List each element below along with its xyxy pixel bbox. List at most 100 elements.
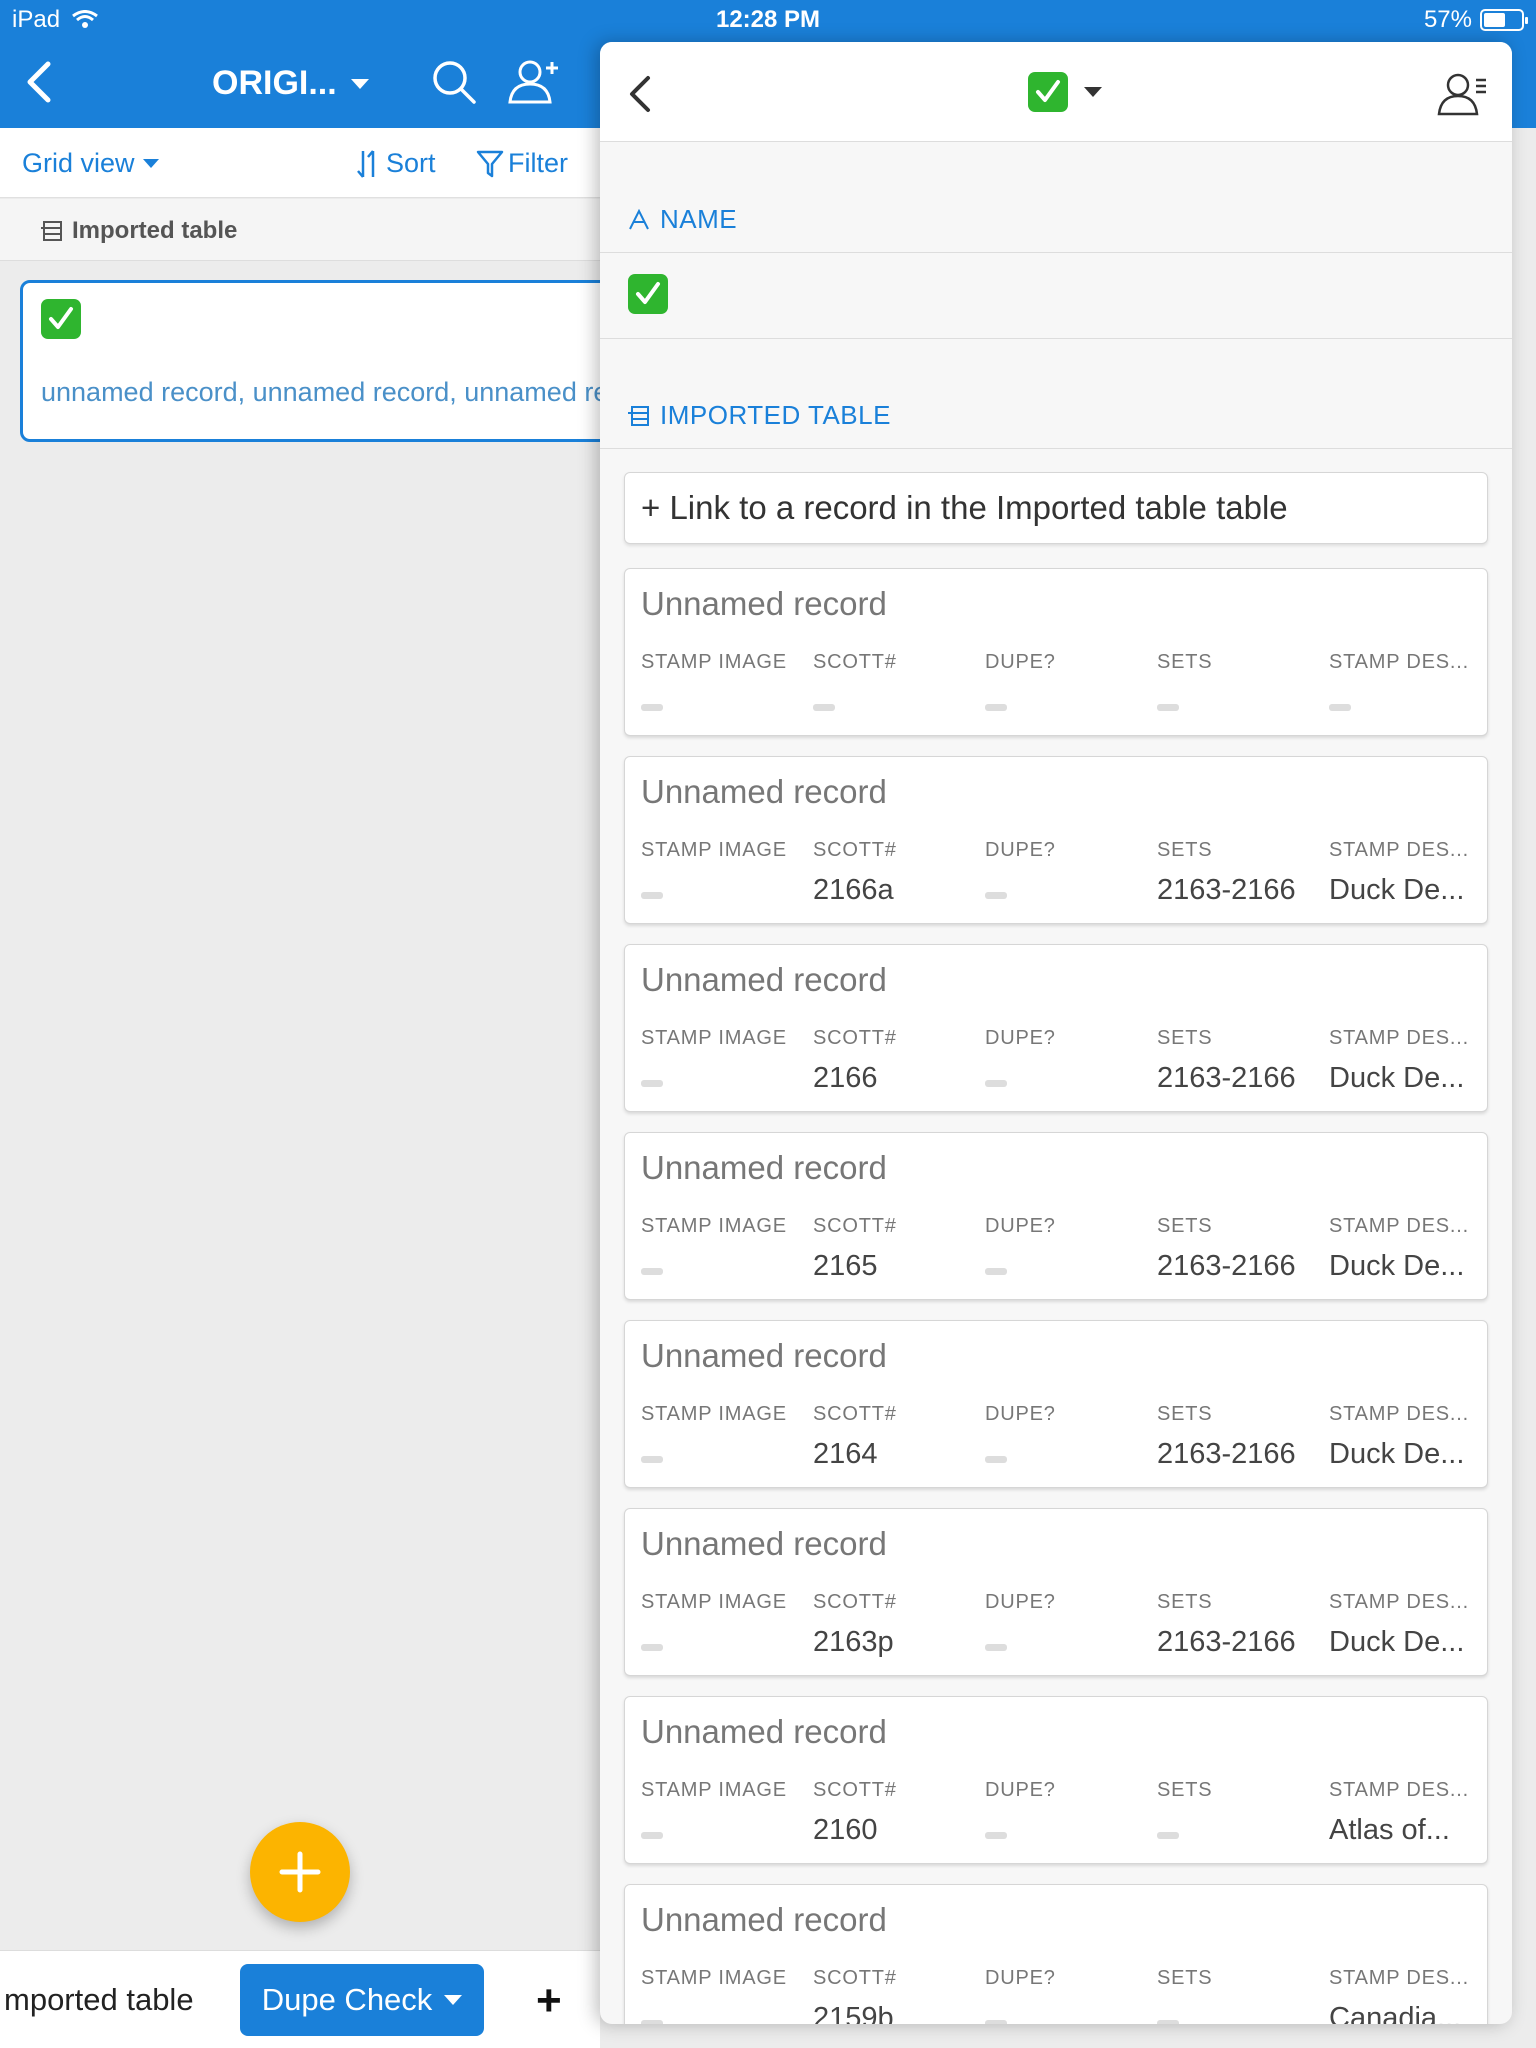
empty-value: [985, 874, 1135, 910]
field-header: DUPE?: [985, 1027, 1056, 1049]
chevron-down-icon: [444, 1995, 463, 2005]
field-header: SETS: [1157, 839, 1213, 861]
linked-record-card[interactable]: Unnamed record STAMP IMAGE SCOTT# 2163p DUPE…: [624, 1508, 1488, 1676]
view-label: Grid view: [22, 148, 135, 178]
empty-value: [1157, 2002, 1307, 2024]
expanded-record-panel: NAME IMPORTED TABLE + Link to a record i…: [600, 42, 1512, 2024]
empty-dash: [641, 1268, 663, 1275]
empty-dash: [813, 704, 835, 711]
empty-dash: [641, 892, 663, 899]
empty-value: [1157, 686, 1307, 722]
field-header: SCOTT#: [813, 1027, 897, 1049]
field-value: Duck De...: [1329, 1250, 1465, 1282]
linked-records-list: Unnamed record STAMP IMAGE SCOTT# DUPE? SETS…: [624, 568, 1488, 2024]
field-value: 2165: [813, 1250, 878, 1282]
empty-dash: [641, 1456, 663, 1463]
linked-record-card[interactable]: Unnamed record STAMP IMAGE SCOTT# 2166 DUPE?…: [624, 944, 1488, 1112]
record-field: STAMP IMAGE: [641, 839, 791, 910]
field-header: SCOTT#: [813, 1403, 897, 1425]
add-collaborator-icon[interactable]: [506, 56, 562, 106]
record-field: DUPE?: [985, 839, 1135, 910]
empty-value: [985, 2002, 1135, 2024]
linked-record-card[interactable]: Unnamed record STAMP IMAGE SCOTT# DUPE? SETS…: [624, 568, 1488, 736]
record-field: SCOTT# 2165: [813, 1215, 963, 1286]
empty-dash: [641, 1080, 663, 1087]
record-field: STAMP IMAGE: [641, 1967, 791, 2024]
empty-dash: [985, 1644, 1007, 1651]
record-card[interactable]: unnamed record, unnamed record, unnamed …: [20, 280, 640, 442]
field-value: Atlas of...: [1329, 1814, 1450, 1846]
back-icon[interactable]: [20, 60, 60, 104]
record-field: STAMP IMAGE: [641, 1591, 791, 1662]
field-header: STAMP IMAGE: [641, 1779, 787, 1801]
record-field: SETS 2163-2166: [1157, 1215, 1307, 1286]
empty-dash: [985, 1080, 1007, 1087]
check-mark-icon[interactable]: [628, 274, 668, 314]
empty-value: [641, 1250, 791, 1286]
battery-fill: [1484, 13, 1505, 27]
view-switcher[interactable]: Grid view: [22, 148, 159, 179]
field-header: DUPE?: [985, 1215, 1056, 1237]
check-mark-icon: [41, 299, 81, 339]
divider: [600, 448, 1512, 449]
filter-button[interactable]: Filter: [476, 148, 568, 179]
empty-value: [813, 686, 963, 722]
back-icon[interactable]: [624, 72, 656, 116]
record-field: STAMP DES... Duck De...: [1329, 839, 1479, 910]
linked-record-card[interactable]: Unnamed record STAMP IMAGE SCOTT# 2164 DUPE?…: [624, 1320, 1488, 1488]
linked-record-card[interactable]: Unnamed record STAMP IMAGE SCOTT# 2160 DUPE?…: [624, 1696, 1488, 1864]
record-field: STAMP IMAGE: [641, 1215, 791, 1286]
field-value: 2166: [813, 1062, 878, 1094]
field-header: STAMP DES...: [1329, 1215, 1470, 1237]
record-field: DUPE?: [985, 651, 1135, 722]
field-header: SETS: [1157, 1967, 1213, 1989]
empty-value: [985, 686, 1135, 722]
empty-value: [1329, 686, 1479, 722]
record-field: STAMP DES... Duck De...: [1329, 1591, 1479, 1662]
field-value: 2163-2166: [1157, 1438, 1296, 1470]
empty-value: [641, 1062, 791, 1098]
linked-record-card[interactable]: Unnamed record STAMP IMAGE SCOTT# 2165 DUPE?…: [624, 1132, 1488, 1300]
field-value: 2166a: [813, 874, 894, 906]
tab-imported-table[interactable]: mported table: [4, 1982, 194, 2018]
link-record-button[interactable]: + Link to a record in the Imported table…: [624, 472, 1488, 544]
empty-value: [985, 1626, 1135, 1662]
field-header: SCOTT#: [813, 651, 897, 673]
collaborators-icon[interactable]: [1436, 70, 1488, 118]
field-header: STAMP IMAGE: [641, 1967, 787, 1989]
add-table-button[interactable]: +: [536, 1976, 562, 2026]
record-field: SCOTT# 2164: [813, 1403, 963, 1474]
field-link-text: IMPORTED TABLE: [660, 400, 891, 430]
field-header: STAMP DES...: [1329, 1027, 1470, 1049]
record-field: STAMP IMAGE: [641, 1779, 791, 1850]
check-mark-icon: [1028, 72, 1068, 112]
field-link-label: IMPORTED TABLE: [628, 400, 891, 431]
field-header: STAMP DES...: [1329, 1591, 1470, 1613]
record-title-switcher[interactable]: [1028, 72, 1102, 112]
record-field: SETS 2163-2166: [1157, 839, 1307, 910]
empty-dash: [1329, 704, 1351, 711]
tab-dupe-check-label: Dupe Check: [261, 1982, 433, 2017]
base-switcher[interactable]: ORIGI...: [212, 64, 369, 103]
field-value: 2160: [813, 1814, 878, 1846]
empty-value: [641, 686, 791, 722]
sort-label: Sort: [386, 148, 436, 178]
record-field: SETS 2163-2166: [1157, 1027, 1307, 1098]
field-header: DUPE?: [985, 839, 1056, 861]
empty-value: [985, 1250, 1135, 1286]
linked-record-card[interactable]: Unnamed record STAMP IMAGE SCOTT# 2166a DUPE…: [624, 756, 1488, 924]
record-field: DUPE?: [985, 1403, 1135, 1474]
record-field: STAMP IMAGE: [641, 1403, 791, 1474]
record-field: SETS 2163-2166: [1157, 1591, 1307, 1662]
linked-record-card[interactable]: Unnamed record STAMP IMAGE SCOTT# 2159b DUPE…: [624, 1884, 1488, 2024]
add-record-button[interactable]: [250, 1822, 350, 1922]
field-header: STAMP IMAGE: [641, 1027, 787, 1049]
empty-value: [985, 1814, 1135, 1850]
empty-value: [641, 2002, 791, 2024]
tab-dupe-check[interactable]: Dupe Check: [240, 1964, 484, 2036]
sort-button[interactable]: Sort: [356, 148, 436, 179]
search-icon[interactable]: [430, 58, 478, 106]
record-field: SETS: [1157, 1967, 1307, 2024]
field-name-label: NAME: [628, 204, 737, 235]
field-value: 2159b: [813, 2002, 894, 2024]
